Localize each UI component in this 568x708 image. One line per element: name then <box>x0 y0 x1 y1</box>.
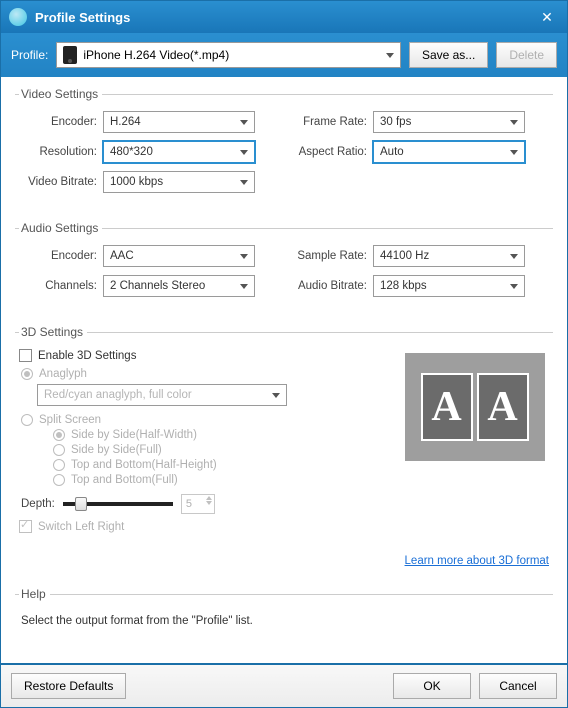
video-bitrate-label: Video Bitrate: <box>19 176 97 188</box>
chevron-down-icon <box>240 150 248 155</box>
anaglyph-radio <box>21 368 33 380</box>
channels-dropdown[interactable]: 2 Channels Stereo <box>103 275 255 297</box>
depth-label: Depth: <box>21 498 55 510</box>
chevron-down-icon <box>510 284 518 289</box>
3d-preview: A A <box>405 353 545 461</box>
preview-glyph-right: A <box>477 373 529 441</box>
chevron-down-icon <box>240 180 248 185</box>
help-group: Help Select the output format from the "… <box>15 587 553 645</box>
app-icon <box>9 8 27 26</box>
tb-half-radio <box>53 459 65 471</box>
spinner-up-icon <box>206 496 212 500</box>
depth-spinner: 5 <box>181 494 215 514</box>
sbs-full-radio <box>53 444 65 456</box>
3d-settings-group: 3D Settings Enable 3D Settings Anaglyph … <box>15 325 553 581</box>
audio-encoder-label: Encoder: <box>19 250 97 262</box>
profile-value: iPhone H.264 Video(*.mp4) <box>83 48 386 62</box>
video-encoder-label: Encoder: <box>19 116 97 128</box>
switch-lr-checkbox <box>19 520 32 533</box>
channels-label: Channels: <box>19 280 97 292</box>
framerate-dropdown[interactable]: 30 fps <box>373 111 525 133</box>
window-title: Profile Settings <box>35 10 535 25</box>
titlebar: Profile Settings ✕ <box>1 1 567 33</box>
video-bitrate-dropdown[interactable]: 1000 kbps <box>103 171 255 193</box>
chevron-down-icon <box>240 254 248 259</box>
device-icon <box>63 46 77 64</box>
anaglyph-label: Anaglyph <box>39 368 87 380</box>
tb-half-label: Top and Bottom(Half-Height) <box>71 459 217 471</box>
framerate-label: Frame Rate: <box>285 116 367 128</box>
samplerate-label: Sample Rate: <box>285 250 367 262</box>
audio-settings-group: Audio Settings Encoder: AAC Sample Rate:… <box>15 221 553 319</box>
preview-glyph-left: A <box>421 373 473 441</box>
chevron-down-icon <box>510 254 518 259</box>
footer-bar: Restore Defaults OK Cancel <box>1 663 567 707</box>
samplerate-dropdown[interactable]: 44100 Hz <box>373 245 525 267</box>
delete-button: Delete <box>496 42 557 68</box>
aspect-ratio-label: Aspect Ratio: <box>285 146 367 158</box>
switch-lr-label: Switch Left Right <box>38 521 124 533</box>
tb-full-label: Top and Bottom(Full) <box>71 474 178 486</box>
profile-dropdown[interactable]: iPhone H.264 Video(*.mp4) <box>56 42 401 68</box>
audio-encoder-dropdown[interactable]: AAC <box>103 245 255 267</box>
anaglyph-mode-dropdown: Red/cyan anaglyph, full color <box>37 384 287 406</box>
help-text: Select the output format from the "Profi… <box>19 611 549 631</box>
chevron-down-icon <box>510 120 518 125</box>
aspect-ratio-dropdown[interactable]: Auto <box>373 141 525 163</box>
3d-legend: 3D Settings <box>19 325 87 339</box>
video-encoder-dropdown[interactable]: H.264 <box>103 111 255 133</box>
resolution-dropdown[interactable]: 480*320 <box>103 141 255 163</box>
content-area: Video Settings Encoder: H.264 Frame Rate… <box>1 77 567 663</box>
spinner-down-icon <box>206 501 212 505</box>
ok-button[interactable]: OK <box>393 673 471 699</box>
slider-thumb[interactable] <box>75 497 87 511</box>
profile-label: Profile: <box>11 48 48 62</box>
sbs-full-label: Side by Side(Full) <box>71 444 162 456</box>
video-legend: Video Settings <box>19 87 102 101</box>
sbs-half-radio <box>53 429 65 441</box>
chevron-down-icon <box>240 284 248 289</box>
sbs-half-label: Side by Side(Half-Width) <box>71 429 197 441</box>
depth-slider[interactable] <box>63 502 173 506</box>
split-screen-radio <box>21 414 33 426</box>
close-button[interactable]: ✕ <box>535 5 559 29</box>
learn-more-link[interactable]: Learn more about 3D format <box>405 555 549 567</box>
chevron-down-icon <box>272 393 280 398</box>
tb-full-radio <box>53 474 65 486</box>
enable-3d-checkbox[interactable] <box>19 349 32 362</box>
chevron-down-icon <box>510 150 518 155</box>
chevron-down-icon <box>240 120 248 125</box>
chevron-down-icon <box>386 53 394 58</box>
restore-defaults-button[interactable]: Restore Defaults <box>11 673 126 699</box>
audio-bitrate-dropdown[interactable]: 128 kbps <box>373 275 525 297</box>
video-settings-group: Video Settings Encoder: H.264 Frame Rate… <box>15 87 553 215</box>
split-screen-label: Split Screen <box>39 414 101 426</box>
audio-legend: Audio Settings <box>19 221 102 235</box>
audio-bitrate-label: Audio Bitrate: <box>285 280 367 292</box>
enable-3d-label: Enable 3D Settings <box>38 350 136 362</box>
help-legend: Help <box>19 587 50 601</box>
profile-toolbar: Profile: iPhone H.264 Video(*.mp4) Save … <box>1 33 567 77</box>
resolution-label: Resolution: <box>19 146 97 158</box>
cancel-button[interactable]: Cancel <box>479 673 557 699</box>
profile-settings-window: Profile Settings ✕ Profile: iPhone H.264… <box>0 0 568 708</box>
save-as-button[interactable]: Save as... <box>409 42 488 68</box>
